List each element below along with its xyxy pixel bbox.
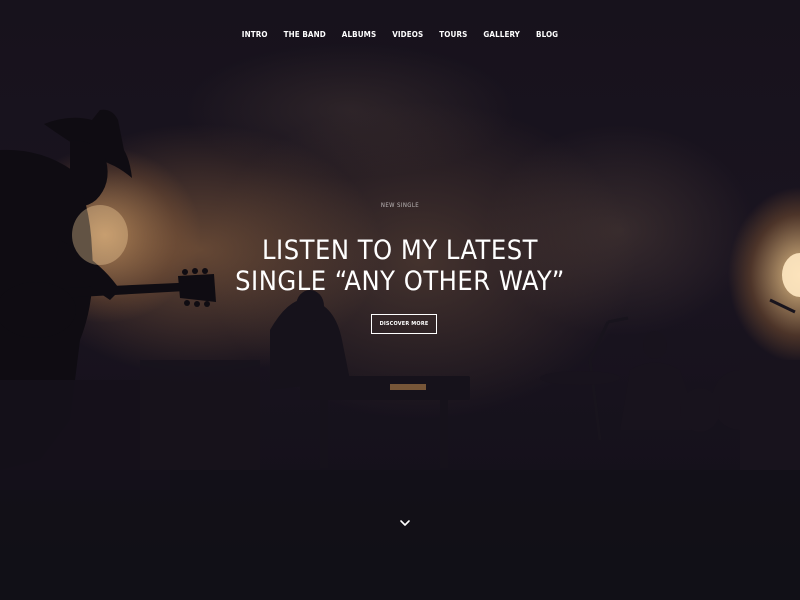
main-navigation: INTRO THE BAND ALBUMS VIDEOS TOURS GALLE… <box>0 28 800 41</box>
hero-headline-line-2: SINGLE “ANY OTHER WAY” <box>235 266 565 297</box>
nav-item-the-band[interactable]: THE BAND <box>276 28 334 41</box>
chevron-down-icon <box>400 520 410 526</box>
nav-item-intro[interactable]: INTRO <box>234 28 276 41</box>
scroll-down-button[interactable] <box>398 514 412 526</box>
nav-item-gallery[interactable]: GALLERY <box>475 28 528 41</box>
nav-item-blog[interactable]: BLOG <box>528 28 566 41</box>
concert-background-image <box>0 109 800 600</box>
hero-headline-line-1: LISTEN TO MY LATEST <box>262 235 538 266</box>
discover-more-button[interactable]: DISCOVER MORE <box>371 314 437 334</box>
hero-headline: LISTEN TO MY LATEST SINGLE “ANY OTHER WA… <box>0 235 800 297</box>
hero-section: INTRO THE BAND ALBUMS VIDEOS TOURS GALLE… <box>0 0 800 600</box>
nav-item-albums[interactable]: ALBUMS <box>334 28 384 41</box>
nav-item-videos[interactable]: VIDEOS <box>384 28 431 41</box>
nav-item-tours[interactable]: TOURS <box>431 28 475 41</box>
hero-eyebrow: NEW SINGLE <box>380 202 420 209</box>
